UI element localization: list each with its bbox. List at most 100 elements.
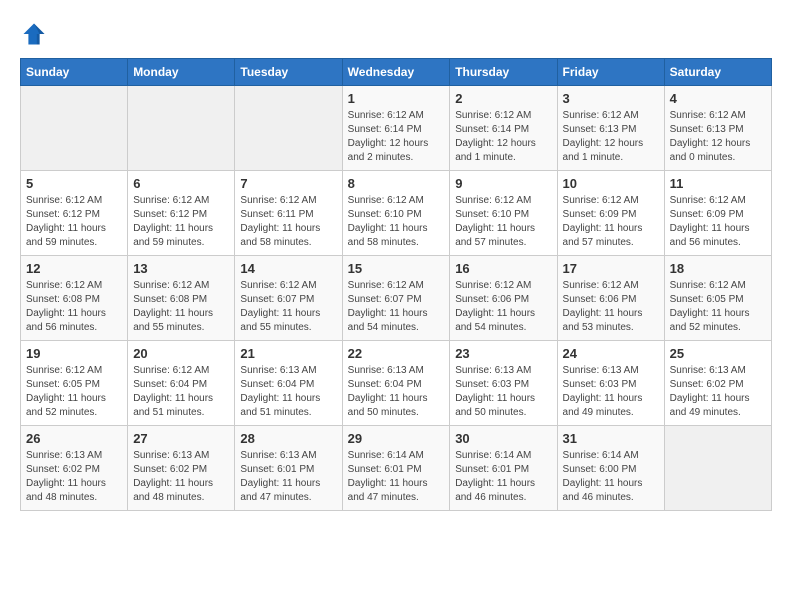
- page-header: [20, 20, 772, 48]
- weekday-header-saturday: Saturday: [664, 59, 771, 86]
- day-info: Sunrise: 6:12 AM Sunset: 6:06 PM Dayligh…: [563, 279, 659, 335]
- day-number: 30: [455, 431, 551, 446]
- calendar-cell: 24 Sunrise: 6:13 AM Sunset: 6:03 PM Dayli…: [557, 341, 664, 426]
- day-number: 16: [455, 261, 551, 276]
- calendar-cell: 8 Sunrise: 6:12 AM Sunset: 6:10 PM Daylig…: [342, 171, 450, 256]
- calendar-cell: 30Sunrise: 6:14 AM Sunset: 6:01 PM Dayli…: [450, 426, 557, 511]
- calendar-cell: [128, 86, 235, 171]
- day-number: 17: [563, 261, 659, 276]
- calendar-cell: 14 Sunrise: 6:12 AM Sunset: 6:07 PM Dayli…: [235, 256, 342, 341]
- day-number: 7: [240, 176, 336, 191]
- calendar-cell: 9 Sunrise: 6:12 AM Sunset: 6:10 PM Daylig…: [450, 171, 557, 256]
- day-info: Sunrise: 6:14 AM Sunset: 6:01 PM Dayligh…: [348, 449, 445, 505]
- day-number: 19: [26, 346, 122, 361]
- calendar-cell: [664, 426, 771, 511]
- logo: [20, 20, 54, 48]
- week-row-3: 12 Sunrise: 6:12 AM Sunset: 6:08 PM Dayli…: [21, 256, 772, 341]
- day-number: 4: [670, 91, 766, 106]
- day-number: 6: [133, 176, 229, 191]
- calendar-table: SundayMondayTuesdayWednesdayThursdayFrid…: [20, 58, 772, 511]
- day-number: 14: [240, 261, 336, 276]
- day-number: 22: [348, 346, 445, 361]
- day-info: Sunrise: 6:12 AM Sunset: 6:14 PM Dayligh…: [348, 109, 445, 165]
- day-info: Sunrise: 6:13 AM Sunset: 6:01 PM Dayligh…: [240, 449, 336, 505]
- day-number: 20: [133, 346, 229, 361]
- week-row-1: 1 Sunrise: 6:12 AM Sunset: 6:14 PM Daylig…: [21, 86, 772, 171]
- calendar-cell: 21 Sunrise: 6:13 AM Sunset: 6:04 PM Dayli…: [235, 341, 342, 426]
- day-info: Sunrise: 6:12 AM Sunset: 6:13 PM Dayligh…: [670, 109, 766, 165]
- day-number: 21: [240, 346, 336, 361]
- day-info: Sunrise: 6:13 AM Sunset: 6:02 PM Dayligh…: [26, 449, 122, 505]
- day-number: 1: [348, 91, 445, 106]
- calendar-cell: 6Sunrise: 6:12 AM Sunset: 6:12 PM Daylig…: [128, 171, 235, 256]
- calendar-cell: 17 Sunrise: 6:12 AM Sunset: 6:06 PM Dayli…: [557, 256, 664, 341]
- day-info: Sunrise: 6:12 AM Sunset: 6:09 PM Dayligh…: [670, 194, 766, 250]
- day-info: Sunrise: 6:12 AM Sunset: 6:05 PM Dayligh…: [670, 279, 766, 335]
- calendar-cell: 26Sunrise: 6:13 AM Sunset: 6:02 PM Dayli…: [21, 426, 128, 511]
- day-info: Sunrise: 6:13 AM Sunset: 6:03 PM Dayligh…: [455, 364, 551, 420]
- day-info: Sunrise: 6:12 AM Sunset: 6:10 PM Dayligh…: [348, 194, 445, 250]
- day-number: 13: [133, 261, 229, 276]
- day-number: 15: [348, 261, 445, 276]
- calendar-cell: 2 Sunrise: 6:12 AM Sunset: 6:14 PM Daylig…: [450, 86, 557, 171]
- calendar-cell: 4 Sunrise: 6:12 AM Sunset: 6:13 PM Daylig…: [664, 86, 771, 171]
- calendar-cell: 13 Sunrise: 6:12 AM Sunset: 6:08 PM Dayli…: [128, 256, 235, 341]
- calendar-cell: 3 Sunrise: 6:12 AM Sunset: 6:13 PM Daylig…: [557, 86, 664, 171]
- calendar-cell: 19Sunrise: 6:12 AM Sunset: 6:05 PM Dayli…: [21, 341, 128, 426]
- calendar-cell: 23 Sunrise: 6:13 AM Sunset: 6:03 PM Dayli…: [450, 341, 557, 426]
- calendar-cell: 5 Sunrise: 6:12 AM Sunset: 6:12 PM Daylig…: [21, 171, 128, 256]
- day-info: Sunrise: 6:12 AM Sunset: 6:07 PM Dayligh…: [240, 279, 336, 335]
- day-info: Sunrise: 6:12 AM Sunset: 6:13 PM Dayligh…: [563, 109, 659, 165]
- calendar-cell: 31Sunrise: 6:14 AM Sunset: 6:00 PM Dayli…: [557, 426, 664, 511]
- day-number: 31: [563, 431, 659, 446]
- calendar-cell: 15 Sunrise: 6:12 AM Sunset: 6:07 PM Dayli…: [342, 256, 450, 341]
- day-number: 10: [563, 176, 659, 191]
- calendar-cell: 16Sunrise: 6:12 AM Sunset: 6:06 PM Dayli…: [450, 256, 557, 341]
- day-number: 8: [348, 176, 445, 191]
- calendar-cell: [235, 86, 342, 171]
- day-info: Sunrise: 6:13 AM Sunset: 6:04 PM Dayligh…: [348, 364, 445, 420]
- day-number: 28: [240, 431, 336, 446]
- week-row-4: 19Sunrise: 6:12 AM Sunset: 6:05 PM Dayli…: [21, 341, 772, 426]
- weekday-header-monday: Monday: [128, 59, 235, 86]
- day-info: Sunrise: 6:13 AM Sunset: 6:02 PM Dayligh…: [133, 449, 229, 505]
- day-info: Sunrise: 6:12 AM Sunset: 6:08 PM Dayligh…: [133, 279, 229, 335]
- day-info: Sunrise: 6:12 AM Sunset: 6:14 PM Dayligh…: [455, 109, 551, 165]
- day-number: 3: [563, 91, 659, 106]
- day-number: 29: [348, 431, 445, 446]
- calendar-cell: 22 Sunrise: 6:13 AM Sunset: 6:04 PM Dayli…: [342, 341, 450, 426]
- day-info: Sunrise: 6:13 AM Sunset: 6:03 PM Dayligh…: [563, 364, 659, 420]
- logo-icon: [20, 20, 48, 48]
- week-row-5: 26Sunrise: 6:13 AM Sunset: 6:02 PM Dayli…: [21, 426, 772, 511]
- calendar-header: SundayMondayTuesdayWednesdayThursdayFrid…: [21, 59, 772, 86]
- calendar-cell: 7 Sunrise: 6:12 AM Sunset: 6:11 PM Daylig…: [235, 171, 342, 256]
- weekday-row: SundayMondayTuesdayWednesdayThursdayFrid…: [21, 59, 772, 86]
- calendar-cell: 28 Sunrise: 6:13 AM Sunset: 6:01 PM Dayli…: [235, 426, 342, 511]
- day-number: 18: [670, 261, 766, 276]
- day-info: Sunrise: 6:12 AM Sunset: 6:07 PM Dayligh…: [348, 279, 445, 335]
- day-number: 11: [670, 176, 766, 191]
- calendar-cell: 12Sunrise: 6:12 AM Sunset: 6:08 PM Dayli…: [21, 256, 128, 341]
- calendar-cell: 20 Sunrise: 6:12 AM Sunset: 6:04 PM Dayli…: [128, 341, 235, 426]
- calendar-body: 1 Sunrise: 6:12 AM Sunset: 6:14 PM Daylig…: [21, 86, 772, 511]
- day-number: 23: [455, 346, 551, 361]
- day-info: Sunrise: 6:12 AM Sunset: 6:10 PM Dayligh…: [455, 194, 551, 250]
- day-number: 27: [133, 431, 229, 446]
- day-number: 9: [455, 176, 551, 191]
- day-number: 12: [26, 261, 122, 276]
- day-info: Sunrise: 6:12 AM Sunset: 6:09 PM Dayligh…: [563, 194, 659, 250]
- day-number: 2: [455, 91, 551, 106]
- calendar-cell: 27 Sunrise: 6:13 AM Sunset: 6:02 PM Dayli…: [128, 426, 235, 511]
- day-info: Sunrise: 6:13 AM Sunset: 6:02 PM Dayligh…: [670, 364, 766, 420]
- day-info: Sunrise: 6:12 AM Sunset: 6:12 PM Dayligh…: [26, 194, 122, 250]
- day-info: Sunrise: 6:13 AM Sunset: 6:04 PM Dayligh…: [240, 364, 336, 420]
- calendar-cell: 1 Sunrise: 6:12 AM Sunset: 6:14 PM Daylig…: [342, 86, 450, 171]
- day-number: 24: [563, 346, 659, 361]
- day-number: 5: [26, 176, 122, 191]
- weekday-header-thursday: Thursday: [450, 59, 557, 86]
- calendar-cell: 25 Sunrise: 6:13 AM Sunset: 6:02 PM Dayli…: [664, 341, 771, 426]
- day-info: Sunrise: 6:12 AM Sunset: 6:11 PM Dayligh…: [240, 194, 336, 250]
- day-info: Sunrise: 6:12 AM Sunset: 6:04 PM Dayligh…: [133, 364, 229, 420]
- weekday-header-sunday: Sunday: [21, 59, 128, 86]
- day-number: 25: [670, 346, 766, 361]
